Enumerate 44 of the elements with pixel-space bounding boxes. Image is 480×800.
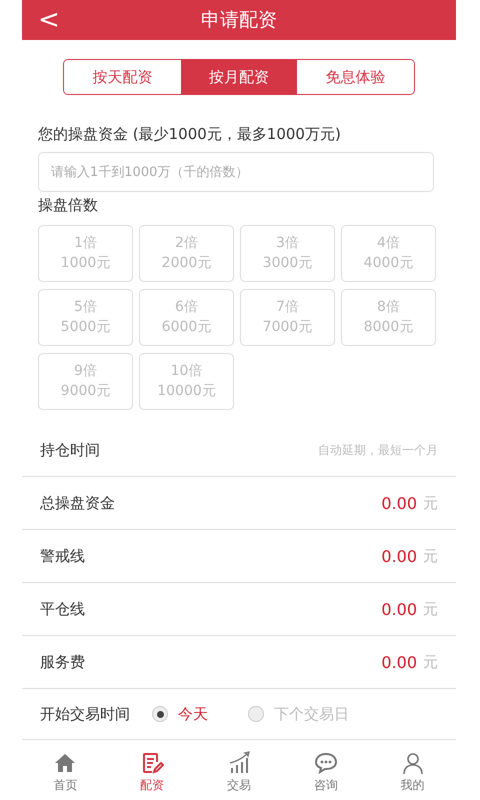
row-label: 警戒线 [40, 546, 85, 566]
row-label: 平仓线 [40, 600, 85, 618]
unit-label: 元 [423, 652, 438, 672]
row-label: 开始交易时间 [40, 704, 130, 724]
nav-tab[interactable]: 咨询 [282, 751, 370, 794]
multiplier-option[interactable]: 7倍 7000元 [240, 289, 335, 346]
nav-tab[interactable]: 交易 [196, 751, 282, 794]
multiplier-option[interactable]: 6倍 6000元 [139, 289, 234, 346]
unit-label: 元 [423, 600, 438, 618]
radio-button[interactable] [248, 706, 264, 722]
multiplier-option[interactable]: 10倍 10000元 [139, 353, 234, 410]
amount-value: 0.00 [381, 600, 417, 618]
hint-text: 自动延期，最短一个月 [318, 442, 438, 458]
unit-label: 元 [423, 494, 438, 512]
page-title: 申请配资 [201, 8, 277, 33]
amount-value: 0.00 [381, 494, 417, 512]
multiplier-option[interactable]: 9倍 9000元 [38, 353, 133, 410]
multiplier-option[interactable]: 2倍 2000元 [139, 225, 234, 282]
radio-button[interactable] [152, 706, 168, 722]
radio-label[interactable]: 今天 [178, 704, 208, 724]
amount-value: 0.00 [381, 546, 417, 566]
field-label: 您的操盘资金 (最少1000元，最多1000万元) [38, 125, 342, 144]
nav-tab[interactable]: 我的 [369, 751, 456, 794]
input-field[interactable]: 请输入1千到1000万（千的倍数） [38, 152, 434, 192]
multiplier-option[interactable]: 5倍 5000元 [38, 289, 133, 346]
row-label: 总操盘资金 [40, 494, 115, 512]
home-icon [53, 751, 78, 775]
back-button[interactable]: < [22, 7, 60, 33]
chat-bubble-icon [314, 751, 338, 775]
unit-label: 元 [423, 546, 438, 566]
multiplier-option[interactable]: 8倍 8000元 [341, 289, 436, 346]
amount-value: 0.00 [381, 652, 417, 672]
multiplier-option[interactable]: 1倍 1000元 [38, 225, 133, 282]
person-icon [400, 751, 425, 775]
nav-tab[interactable]: 首页 [22, 751, 109, 794]
nav-tab[interactable]: 配资 [108, 751, 196, 794]
section-label: 操盘倍数 [38, 196, 99, 215]
multiplier-option[interactable]: 4倍 4000元 [341, 225, 436, 282]
tab[interactable]: 按月配资 [180, 60, 298, 94]
document-pen-icon [140, 751, 164, 775]
multiplier-option[interactable]: 3倍 3000元 [240, 225, 335, 282]
radio-label[interactable]: 下个交易日 [274, 704, 349, 724]
row-label: 持仓时间 [40, 440, 100, 460]
row-label: 服务费 [40, 652, 85, 672]
